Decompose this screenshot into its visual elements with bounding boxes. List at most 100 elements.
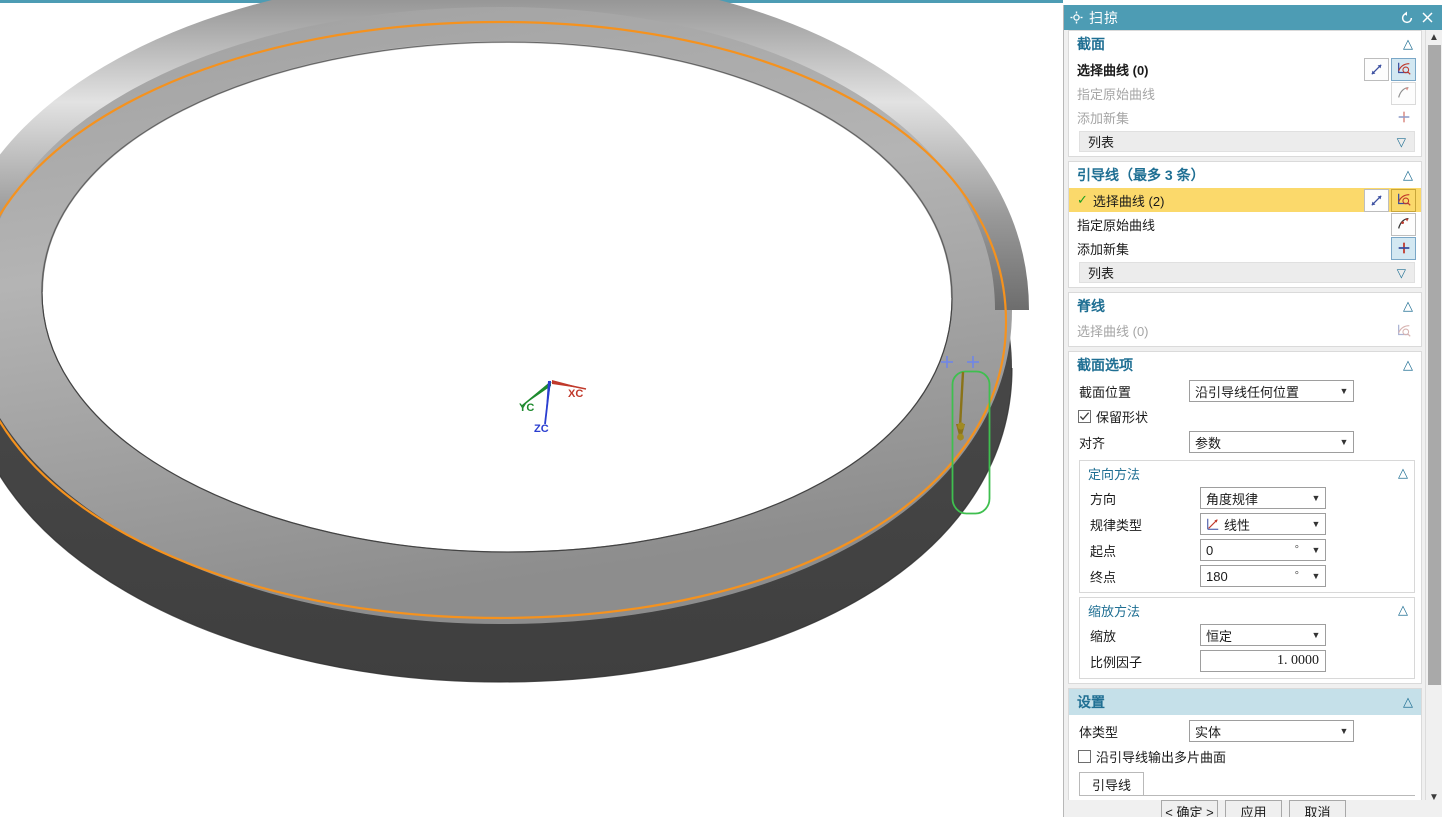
axis-label-z: ZC	[534, 423, 549, 435]
origin-curve-icon[interactable]	[1391, 212, 1416, 236]
start-input[interactable]: 0 ° ▼	[1200, 539, 1326, 561]
dialog-button-bar: < 确定 > 应用 取消	[1064, 800, 1442, 817]
subgroup-title-scaling: 缩放方法	[1088, 603, 1141, 619]
subgroup-header-scaling[interactable]: 缩放方法 △	[1080, 598, 1414, 622]
guides-add-set-row[interactable]: 添加新集	[1069, 236, 1421, 260]
law-type-select[interactable]: 线性 ▼	[1200, 513, 1326, 535]
chevron-up-icon[interactable]: △	[1403, 167, 1413, 183]
multi-patch-checkbox[interactable]	[1078, 750, 1091, 763]
end-value[interactable]: 180	[1206, 569, 1295, 584]
add-new-set-icon[interactable]	[1391, 106, 1416, 129]
chevron-down-icon: ▼	[1311, 630, 1321, 640]
group-header-spine[interactable]: 脊线 △	[1069, 293, 1421, 319]
origin-curve-icon[interactable]	[1391, 81, 1416, 105]
guides-add-set-label: 添加新集	[1077, 241, 1130, 257]
group-section: 截面 △ 选择曲线 (0) 指定原始曲线 添加新集 列表 ▽	[1068, 30, 1422, 157]
cancel-button[interactable]: 取消	[1289, 800, 1346, 817]
graphics-viewport[interactable]: XC YC ZC	[0, 0, 1063, 817]
application-window: XC YC ZC 扫掠 截面 △ 选择曲线 (0) 指定原始曲线 添加新集 列表…	[0, 0, 1442, 817]
chevron-up-icon[interactable]: △	[1403, 357, 1413, 373]
guides-select-curve-label: 选择曲线 (2)	[1092, 193, 1165, 209]
section-list-bar[interactable]: 列表 ▽	[1079, 131, 1415, 152]
guides-origin-curve-label: 指定原始曲线	[1077, 217, 1156, 233]
select-curve-icon[interactable]	[1391, 188, 1416, 212]
group-title-settings: 设置	[1077, 694, 1105, 710]
reset-icon[interactable]	[1397, 8, 1417, 28]
chevron-up-icon[interactable]: △	[1403, 298, 1413, 314]
group-header-settings[interactable]: 设置 △	[1069, 689, 1421, 715]
axis-label-x: XC	[568, 388, 584, 400]
dialog-scroll-content: 截面 △ 选择曲线 (0) 指定原始曲线 添加新集 列表 ▽ 引导线（最多 3 …	[1064, 30, 1426, 805]
guides-origin-curve-row[interactable]: 指定原始曲线	[1069, 212, 1421, 236]
chevron-down-icon[interactable]: ▽	[1397, 135, 1406, 149]
chevron-down-icon[interactable]: ▼	[1309, 545, 1323, 555]
law-type-label: 规律类型	[1090, 517, 1143, 533]
alignment-control: 参数 ▼	[1189, 431, 1415, 453]
select-curve-icon[interactable]	[1391, 57, 1416, 81]
dialog-scrollbar[interactable]: ▲ ▼	[1425, 30, 1442, 805]
preserve-shape-row[interactable]: 保留形状	[1069, 404, 1421, 429]
close-icon[interactable]	[1417, 8, 1437, 28]
end-input[interactable]: 180 ° ▼	[1200, 565, 1326, 587]
subgroup-header-orientation[interactable]: 定向方法 △	[1080, 461, 1414, 485]
alignment-label: 对齐	[1079, 435, 1106, 451]
section-add-set-label: 添加新集	[1077, 110, 1130, 126]
settings-tabstrip: 引导线	[1079, 772, 1415, 796]
scrollbar-up-arrow[interactable]: ▲	[1426, 30, 1442, 45]
start-row: 起点 0 ° ▼	[1080, 537, 1414, 563]
tab-guides[interactable]: 引导线	[1079, 772, 1145, 795]
chevron-up-icon[interactable]: △	[1398, 602, 1408, 618]
scrollbar-thumb[interactable]	[1428, 45, 1441, 685]
direction-select[interactable]: 角度规律 ▼	[1200, 487, 1326, 509]
gear-icon[interactable]	[1070, 11, 1083, 24]
alignment-row: 对齐 参数 ▼	[1069, 429, 1421, 457]
body-type-control: 实体 ▼	[1189, 720, 1415, 742]
chevron-up-icon[interactable]: △	[1398, 465, 1408, 481]
scaling-label: 缩放	[1090, 628, 1117, 644]
select-curve-icon[interactable]	[1391, 319, 1416, 342]
chevron-up-icon[interactable]: △	[1403, 36, 1413, 52]
multi-patch-row[interactable]: 沿引导线输出多片曲面	[1069, 744, 1421, 769]
subgroup-orientation-method: 定向方法 △ 方向 角度规律 ▼ 规律类型 线性 ▼ 起点 0 ° ▼ 终点 1…	[1079, 460, 1415, 593]
group-header-guides[interactable]: 引导线（最多 3 条） △	[1069, 162, 1421, 188]
scaling-control: 恒定 ▼	[1200, 624, 1408, 646]
group-header-section-options[interactable]: 截面选项 △	[1069, 352, 1421, 378]
section-add-set-row: 添加新集	[1069, 105, 1421, 129]
reverse-direction-icon[interactable]	[1364, 57, 1389, 81]
linear-law-icon	[1206, 517, 1220, 531]
start-value[interactable]: 0	[1206, 543, 1295, 558]
scale-factor-input[interactable]: 1. 0000	[1200, 650, 1326, 672]
chevron-down-icon: ▼	[1311, 493, 1321, 503]
subgroup-title-orientation: 定向方法	[1088, 466, 1141, 482]
section-origin-curve-row: 指定原始曲线	[1069, 81, 1421, 105]
section-position-label: 截面位置	[1079, 384, 1132, 400]
ok-button[interactable]: < 确定 >	[1161, 800, 1218, 817]
add-new-set-icon[interactable]	[1391, 236, 1416, 260]
body-type-select[interactable]: 实体 ▼	[1189, 720, 1354, 742]
spine-select-curve-row[interactable]: 选择曲线 (0)	[1069, 319, 1421, 346]
dialog-titlebar[interactable]: 扫掠	[1064, 5, 1442, 30]
section-position-row: 截面位置 沿引导线任何位置 ▼	[1069, 378, 1421, 404]
law-type-control: 线性 ▼	[1200, 513, 1408, 535]
subgroup-scaling-method: 缩放方法 △ 缩放 恒定 ▼ 比例因子 1. 0000	[1079, 597, 1415, 679]
chevron-down-icon[interactable]: ▽	[1397, 266, 1406, 280]
guides-select-curve-row[interactable]: ✓ 选择曲线 (2)	[1069, 188, 1421, 212]
section-position-control: 沿引导线任何位置 ▼	[1189, 380, 1415, 402]
scaling-select[interactable]: 恒定 ▼	[1200, 624, 1326, 646]
chevron-down-icon: ▼	[1311, 519, 1321, 529]
group-title-spine: 脊线	[1077, 298, 1105, 314]
section-select-curve-row[interactable]: 选择曲线 (0)	[1069, 57, 1421, 81]
guides-list-bar[interactable]: 列表 ▽	[1079, 262, 1415, 283]
alignment-select[interactable]: 参数 ▼	[1189, 431, 1354, 453]
section-position-select[interactable]: 沿引导线任何位置 ▼	[1189, 380, 1354, 402]
group-header-section[interactable]: 截面 △	[1069, 31, 1421, 57]
reverse-direction-icon[interactable]	[1364, 188, 1389, 212]
chevron-down-icon[interactable]: ▼	[1309, 571, 1323, 581]
section-position-value: 沿引导线任何位置	[1195, 384, 1300, 400]
preserve-shape-checkbox[interactable]	[1078, 410, 1091, 423]
apply-button[interactable]: 应用	[1225, 800, 1282, 817]
check-icon: ✓	[1077, 192, 1088, 207]
chevron-up-icon[interactable]: △	[1403, 694, 1413, 710]
start-label: 起点	[1090, 543, 1117, 559]
group-title-guides: 引导线（最多 3 条）	[1077, 167, 1205, 183]
